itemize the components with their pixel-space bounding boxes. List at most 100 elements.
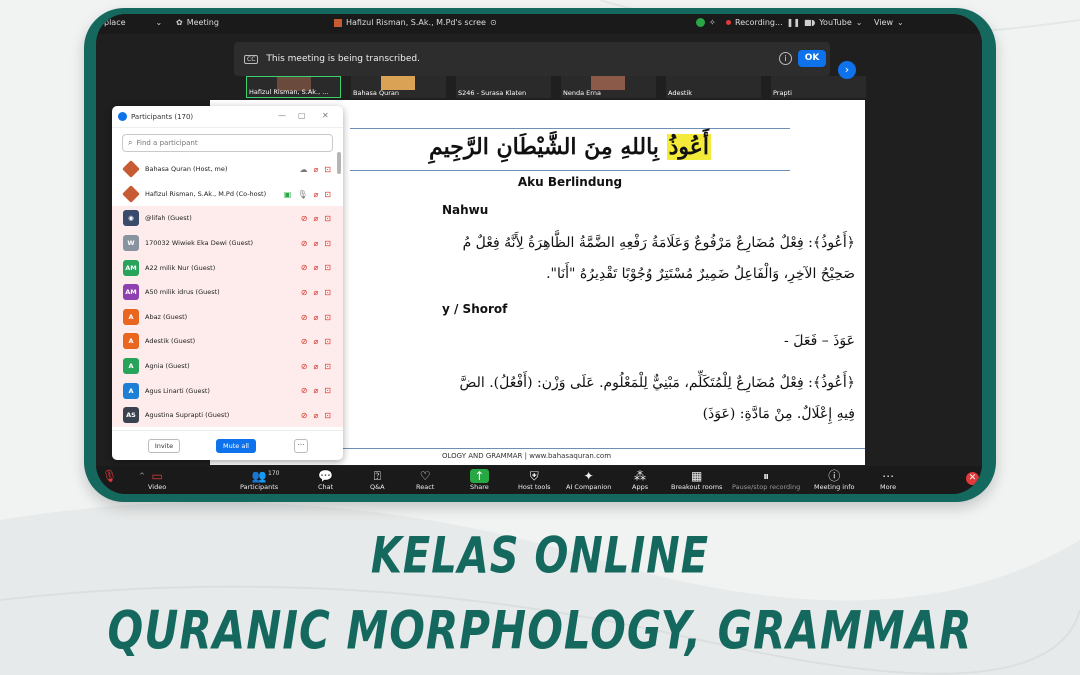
screen-share-tab[interactable]: Hafizul Risman, S.Ak., M.Pd's scree ⊙ xyxy=(334,18,497,27)
cloud-icon[interactable]: ☁ xyxy=(299,165,307,174)
video-off-icon[interactable]: ⊡ xyxy=(324,288,331,297)
end-meeting-button[interactable]: ✕ xyxy=(966,472,979,485)
chevron-up-icon: ^ xyxy=(139,472,145,480)
mic-muted-icon[interactable]: ⌀ xyxy=(313,313,318,322)
video-off-icon[interactable]: ⊡ xyxy=(324,165,331,174)
video-thumb[interactable]: Bahasa Quran xyxy=(351,76,446,98)
record-icon xyxy=(726,20,731,25)
video-off-icon[interactable]: ⊡ xyxy=(324,337,331,346)
mic-off-icon[interactable]: ⊘ xyxy=(301,263,308,272)
more-button[interactable]: ··· xyxy=(294,439,308,453)
participant-row[interactable]: AS Agustina Suprapti (Guest) ⊘ ⌀ ⊡ xyxy=(112,402,343,427)
mic-muted-icon[interactable]: ⌀ xyxy=(313,214,318,223)
video-thumb[interactable]: S246 - Surasa Klaten xyxy=(456,76,551,98)
avatar xyxy=(122,160,140,179)
mic-off-icon[interactable]: ⊘ xyxy=(301,411,308,420)
meeting-info-button[interactable]: ⓘ Meeting info xyxy=(814,469,854,492)
ok-button[interactable]: OK xyxy=(798,50,826,67)
mic-off-icon[interactable]: ⊘ xyxy=(301,214,308,223)
video-thumb[interactable]: Hafizul Risman, S.Ak., ... xyxy=(246,76,341,98)
zoom-logo-icon xyxy=(118,112,127,121)
meeting-tab[interactable]: ✿ Meeting xyxy=(176,18,219,27)
pause-recording-button[interactable]: ⏸ Pause/stop recording xyxy=(732,469,800,492)
avatar: AM xyxy=(123,284,139,301)
mic-muted-icon[interactable]: ⌀ xyxy=(313,190,318,199)
mic-muted-icon[interactable]: ⌀ xyxy=(313,263,318,272)
share-screen-icon[interactable]: ▣ xyxy=(284,190,292,199)
mic-off-icon[interactable]: ⊘ xyxy=(301,239,308,248)
participant-status-icons: ⊘ ⌀ ⊡ xyxy=(301,239,331,248)
info-icon[interactable]: i xyxy=(779,52,792,65)
mute-audio-button[interactable]: 🎙 xyxy=(102,469,117,483)
search-input[interactable] xyxy=(136,139,317,147)
gallery-next-button[interactable]: › xyxy=(838,61,856,79)
video-off-icon[interactable]: ⊡ xyxy=(324,411,331,420)
mic-muted-icon[interactable]: ⌀ xyxy=(313,362,318,371)
participant-row[interactable]: A Agus Linarti (Guest) ⊘ ⌀ ⊡ xyxy=(112,378,343,403)
close-icon[interactable]: ✕ xyxy=(322,111,329,120)
mic-off-icon[interactable]: ⊘ xyxy=(301,362,308,371)
mic-muted-icon[interactable]: ⌀ xyxy=(313,165,318,174)
video-thumb[interactable]: Prapti xyxy=(771,76,866,98)
participants-button[interactable]: 👥 170 Participants xyxy=(240,469,279,492)
mic-muted-icon[interactable]: ⌀ xyxy=(313,337,318,346)
participant-row[interactable]: A Agnia (Guest) ⊘ ⌀ ⊡ xyxy=(112,353,343,379)
video-button[interactable]: ^ ▭ Video xyxy=(139,469,166,492)
mic-off-icon[interactable]: ⊘ xyxy=(301,386,308,395)
participant-row[interactable]: A Abaz (Guest) ⊘ ⌀ ⊡ xyxy=(112,304,343,330)
video-off-icon[interactable]: ⊡ xyxy=(324,313,331,322)
participant-row[interactable]: Hafizul Risman, S.Ak., M.Pd (Co-host) ▣ 🎙 ⌀… xyxy=(112,181,343,207)
minimize-icon[interactable]: — xyxy=(278,111,286,120)
video-off-icon[interactable]: ⊡ xyxy=(324,362,331,371)
qa-button[interactable]: ⍰ Q&A xyxy=(370,469,385,492)
youtube-stream[interactable]: ◗ YouTube ⌄ xyxy=(811,18,862,27)
section-heading: Nahwu xyxy=(442,203,489,217)
share-button[interactable]: ↑ Share xyxy=(470,469,489,492)
participant-row[interactable]: Bahasa Quran (Host, me) ☁ ⌀ ⊡ xyxy=(112,157,343,182)
divider xyxy=(350,128,790,129)
mic-icon[interactable]: 🎙 xyxy=(297,190,307,199)
mic-muted-icon[interactable]: ⌀ xyxy=(313,288,318,297)
nahwu-text: صَحِيْحُ الآخِرِ، وَالْفَاعِلُ ضَمِيرٌ م… xyxy=(546,266,855,282)
avatar: A xyxy=(123,358,139,375)
mic-muted-icon[interactable]: ⌀ xyxy=(313,386,318,395)
security-shield[interactable]: ✧ xyxy=(696,18,716,27)
scrollbar[interactable] xyxy=(337,152,341,174)
mic-muted-icon[interactable]: ⌀ xyxy=(313,239,318,248)
invite-button[interactable]: Invite xyxy=(148,439,180,453)
video-thumb[interactable]: Adestik xyxy=(666,76,761,98)
video-off-icon[interactable]: ⊡ xyxy=(324,214,331,223)
video-off-icon[interactable]: ⊡ xyxy=(324,263,331,272)
participant-row[interactable]: W 170032 Wiwiek Eka Dewi (Guest) ⊘ ⌀ ⊡ xyxy=(112,230,343,256)
live-stream-icon: ◗ xyxy=(811,18,816,27)
mic-off-icon[interactable]: ⊘ xyxy=(301,337,308,346)
more-button[interactable]: ⋯ More xyxy=(880,469,896,492)
mute-all-button[interactable]: Mute all xyxy=(216,439,256,453)
video-off-icon[interactable]: ⊡ xyxy=(324,190,331,199)
view-menu[interactable]: View ⌄ xyxy=(874,18,904,27)
participant-row[interactable]: ◉ @lifah (Guest) ⊘ ⌀ ⊡ xyxy=(112,206,343,231)
breakout-rooms-button[interactable]: ▦ Breakout rooms xyxy=(671,469,722,492)
mic-off-icon[interactable]: ⊘ xyxy=(301,313,308,322)
meeting-toolbar: 🎙 ^ ▭ Video 👥 170 Participants 💬 Chat ⍰ … xyxy=(96,466,982,494)
participant-row[interactable]: AM A22 milik Nur (Guest) ⊘ ⌀ ⊡ xyxy=(112,255,343,280)
apps-button[interactable]: ⁂ Apps xyxy=(632,469,648,492)
video-off-icon[interactable]: ⊡ xyxy=(324,386,331,395)
react-button[interactable]: ♡ React xyxy=(416,469,434,492)
avatar: ◉ xyxy=(123,210,139,227)
ai-companion-button[interactable]: ✦ AI Companion xyxy=(566,469,611,492)
grid-icon: ▦ xyxy=(691,469,703,483)
participant-status-icons: ⊘ ⌀ ⊡ xyxy=(301,313,331,322)
workspace-menu[interactable]: place ⌄ xyxy=(104,18,162,27)
mic-muted-icon[interactable]: ⌀ xyxy=(313,411,318,420)
participant-search[interactable]: ⌕ xyxy=(122,134,333,152)
host-tools-button[interactable]: ⛨ Host tools xyxy=(518,469,551,492)
recording-indicator[interactable]: Recording... ❚❚ ■ xyxy=(726,18,812,27)
chat-button[interactable]: 💬 Chat xyxy=(318,469,333,492)
video-thumb[interactable]: Nenda Erna xyxy=(561,76,656,98)
mic-off-icon[interactable]: ⊘ xyxy=(301,288,308,297)
popout-icon[interactable]: ▢ xyxy=(298,111,306,120)
video-off-icon[interactable]: ⊡ xyxy=(324,239,331,248)
participant-row[interactable]: A Adestik (Guest) ⊘ ⌀ ⊡ xyxy=(112,329,343,354)
participant-row[interactable]: AM A50 milik idrus (Guest) ⊘ ⌀ ⊡ xyxy=(112,279,343,305)
